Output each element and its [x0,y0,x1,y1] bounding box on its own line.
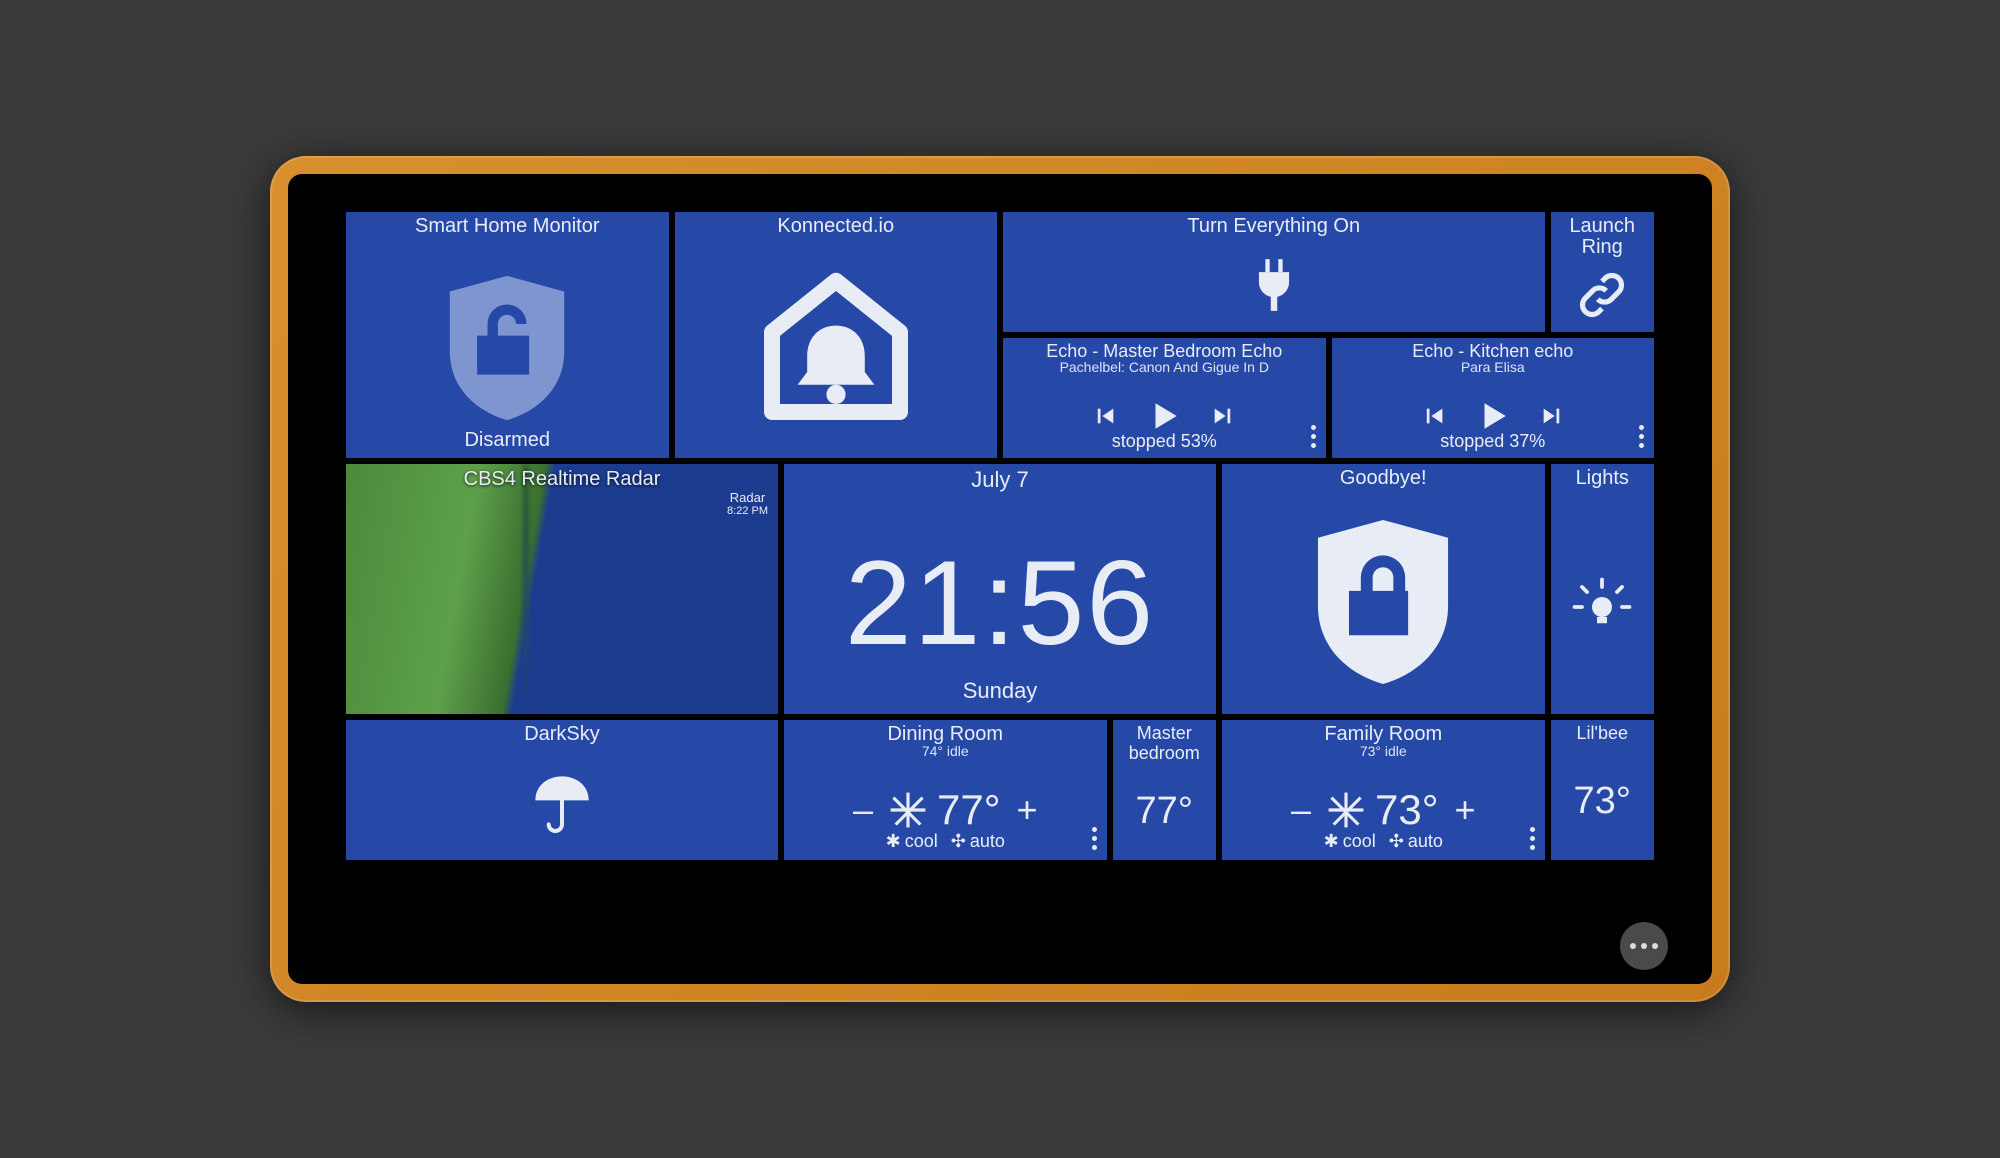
tile-launch-ring[interactable]: Launch Ring [1551,212,1655,332]
radar-map-image [346,464,778,714]
next-track-icon[interactable] [1540,405,1562,427]
tile-title: DarkSky [524,720,600,745]
kebab-icon[interactable] [1092,827,1097,850]
tile-echo-master-bedroom[interactable]: Echo - Master Bedroom Echo Pachelbel: Ca… [1003,338,1326,458]
track-text: Pachelbel: Canon And Gigue In D [1060,359,1269,375]
tile-title: Launch Ring [1551,212,1655,258]
fan-icon: ✣ [1389,831,1404,852]
weekday-text: Sunday [784,678,1216,708]
dashboard-grid: Smart Home Monitor Disarmed Konnected.io… [346,212,1654,914]
thermostat-sub: 74° idle [922,743,969,759]
media-status: stopped 53% [1003,431,1326,452]
tile-title: Lil'bee [1577,720,1628,743]
shield-lock-icon [1308,489,1458,714]
mode-row: ✱cool ✣auto [1222,831,1545,852]
tile-title: Master bedroom [1113,720,1217,764]
previous-track-icon[interactable] [1424,405,1446,427]
menu-fab-button[interactable] [1620,922,1668,970]
snowflake-icon [889,791,927,829]
temperature-value: 73° [1574,780,1631,823]
temperature-value: 77° [937,786,1001,834]
track-text: Para Elisa [1461,359,1525,375]
tile-thermostat-dining-room[interactable]: Dining Room 74° idle – 77° + ✱cool ✣auto [784,720,1107,860]
date-text: July 7 [971,464,1028,491]
tile-turn-everything-on[interactable]: Turn Everything On [1003,212,1545,332]
tile-konnected[interactable]: Konnected.io [675,212,998,458]
shield-unlock-icon [442,237,572,458]
thermostat-sub: 73° idle [1360,743,1407,759]
temp-down-button[interactable]: – [847,789,879,831]
temperature-value: 77° [1136,790,1193,833]
tile-lights[interactable]: Lights [1551,464,1655,714]
tile-radar[interactable]: CBS4 Realtime Radar Radar 8:22 PM [346,464,778,714]
tablet-screen: Smart Home Monitor Disarmed Konnected.io… [288,174,1712,984]
umbrella-icon [530,745,594,860]
tile-clock[interactable]: July 7 21:56 Sunday [784,464,1216,714]
tile-title: Konnected.io [777,212,894,237]
previous-track-icon[interactable] [1095,405,1117,427]
temp-up-button[interactable]: + [1011,789,1044,831]
tile-thermostat-family-room[interactable]: Family Room 73° idle – 73° + ✱cool ✣auto [1222,720,1545,860]
tile-title: CBS4 Realtime Radar [346,468,778,491]
tile-temp-master-bedroom[interactable]: Master bedroom 77° [1113,720,1217,860]
tile-goodbye[interactable]: Goodbye! [1222,464,1545,714]
tablet-bezel: Smart Home Monitor Disarmed Konnected.io… [270,156,1730,1002]
temperature-value: 73° [1375,786,1439,834]
tile-darksky[interactable]: DarkSky [346,720,778,860]
tile-title: Turn Everything On [1187,212,1360,237]
fan-icon: ✣ [951,831,966,852]
tile-title: Echo - Master Bedroom Echo [1046,338,1282,361]
tile-title: Smart Home Monitor [415,212,600,237]
temp-up-button[interactable]: + [1449,789,1482,831]
temp-down-button[interactable]: – [1285,789,1317,831]
tile-title: Echo - Kitchen echo [1412,338,1573,361]
lightbulb-icon [1572,489,1632,714]
tile-smart-home-monitor[interactable]: Smart Home Monitor Disarmed [346,212,669,458]
radar-overlay: Radar 8:22 PM [727,490,768,517]
tile-temp-lilbee[interactable]: Lil'bee 73° [1551,720,1655,860]
gear-icon: ✱ [1324,831,1339,852]
kebab-icon[interactable] [1311,425,1316,448]
tile-title: Goodbye! [1340,464,1427,489]
kebab-icon[interactable] [1530,827,1535,850]
status-text: Disarmed [346,429,669,452]
kebab-icon[interactable] [1639,425,1644,448]
play-icon[interactable] [1147,399,1181,433]
tile-title: Lights [1576,464,1629,489]
next-track-icon[interactable] [1211,405,1233,427]
play-icon[interactable] [1476,399,1510,433]
tile-echo-kitchen[interactable]: Echo - Kitchen echo Para Elisa stopped 3… [1332,338,1655,458]
link-icon [1577,258,1627,332]
mode-row: ✱cool ✣auto [784,831,1107,852]
tile-title: Family Room [1324,720,1442,745]
tile-title: Dining Room [887,720,1003,745]
gear-icon: ✱ [886,831,901,852]
media-status: stopped 37% [1332,431,1655,452]
snowflake-icon [1327,791,1365,829]
home-bell-icon [756,237,916,458]
plug-icon [1252,237,1296,332]
